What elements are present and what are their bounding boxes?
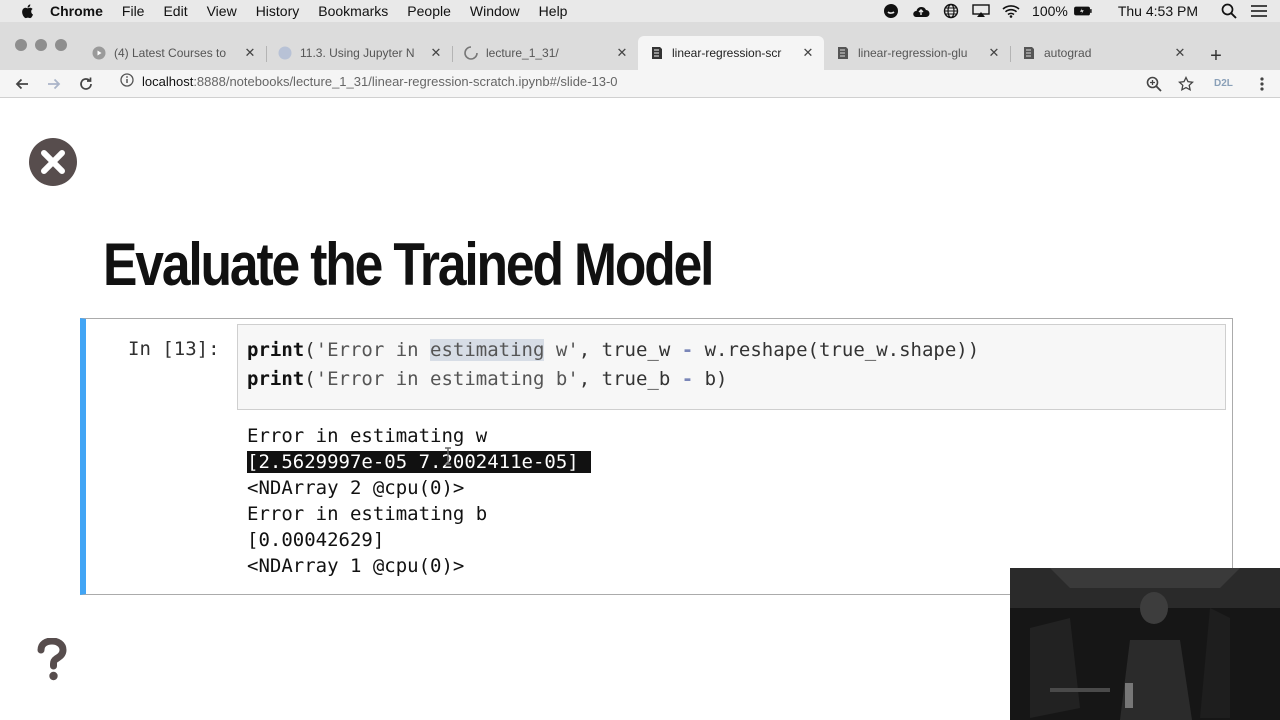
code-text: , true_w xyxy=(578,339,682,361)
tab-title: 11.3. Using Jupyter N xyxy=(300,46,415,60)
close-tab-icon[interactable]: ✕ xyxy=(986,45,1002,61)
globe-icon xyxy=(278,46,292,60)
code-string: 'Error in estimating b' xyxy=(315,368,579,390)
youtube-icon xyxy=(92,46,106,60)
close-tab-icon[interactable]: ✕ xyxy=(800,45,816,61)
notebook-icon xyxy=(650,46,664,60)
address-bar[interactable]: localhost:8888/notebooks/lecture_1_31/li… xyxy=(120,73,618,90)
tab-using-jupyter[interactable]: 11.3. Using Jupyter N ✕ xyxy=(266,36,452,70)
output-line: [0.00042629] xyxy=(247,529,385,551)
notebook-icon xyxy=(836,46,850,60)
cell-output: Error in estimating w [2.5629997e-05 7.2… xyxy=(247,423,591,579)
code-line: print('Error in estimating w', true_w - … xyxy=(247,339,979,361)
reload-icon[interactable] xyxy=(76,74,96,94)
browser-tab-strip: (4) Latest Courses to ✕ 11.3. Using Jupy… xyxy=(0,22,1280,70)
code-editor[interactable]: print('Error in estimating w', true_w - … xyxy=(237,324,1226,410)
menu-view[interactable]: View xyxy=(207,3,237,19)
output-line: Error in estimating b xyxy=(247,503,488,525)
battery-icon[interactable] xyxy=(1073,4,1092,18)
new-tab-button[interactable]: + xyxy=(1207,45,1225,68)
code-text: b) xyxy=(693,368,728,390)
menu-help[interactable]: Help xyxy=(539,3,568,19)
menu-bookmarks[interactable]: Bookmarks xyxy=(318,3,388,19)
zoom-icon[interactable] xyxy=(1144,74,1164,94)
close-tab-icon[interactable]: ✕ xyxy=(242,45,258,61)
tab-title: autograd xyxy=(1044,46,1092,60)
back-arrow-icon[interactable] xyxy=(12,74,32,94)
battery-percentage: 100% xyxy=(1032,3,1068,19)
menu-history[interactable]: History xyxy=(256,3,300,19)
tab-lecture-folder[interactable]: lecture_1_31/ ✕ xyxy=(452,36,638,70)
forward-arrow-icon[interactable] xyxy=(44,74,64,94)
bookmark-star-icon[interactable] xyxy=(1176,74,1196,94)
cloud-upload-icon[interactable] xyxy=(912,4,930,18)
menu-bar-clock[interactable]: Thu 4:53 PM xyxy=(1118,3,1198,19)
wifi-icon[interactable] xyxy=(1002,4,1020,18)
d2l-extension-icon[interactable]: D2L xyxy=(1214,78,1233,89)
menu-file[interactable]: File xyxy=(122,3,145,19)
code-cell[interactable]: In [13]: print('Error in estimating w', … xyxy=(80,318,1233,595)
close-tab-icon[interactable]: ✕ xyxy=(1172,45,1188,61)
globe-icon[interactable] xyxy=(942,3,960,19)
app-status-icon[interactable] xyxy=(882,4,900,18)
code-text: , true_b xyxy=(578,368,682,390)
close-tab-icon[interactable]: ✕ xyxy=(614,45,630,61)
notebook-icon xyxy=(1022,46,1036,60)
site-info-icon[interactable] xyxy=(120,73,134,90)
notification-center-icon[interactable] xyxy=(1250,4,1268,18)
apple-logo-icon[interactable] xyxy=(20,3,36,19)
close-tab-icon[interactable]: ✕ xyxy=(428,45,444,61)
code-punct: ( xyxy=(304,368,316,390)
webcam-overlay xyxy=(1010,568,1280,720)
help-question-icon[interactable] xyxy=(34,638,70,682)
code-line: print('Error in estimating b', true_b - … xyxy=(247,368,728,390)
menu-edit[interactable]: Edit xyxy=(163,3,187,19)
browser-toolbar: localhost:8888/notebooks/lecture_1_31/li… xyxy=(0,70,1280,98)
window-close-button[interactable] xyxy=(15,39,27,51)
code-text: w.reshape(true_w.shape)) xyxy=(693,339,980,361)
tab-latest-courses[interactable]: (4) Latest Courses to ✕ xyxy=(80,36,266,70)
tab-title: linear-regression-glu xyxy=(858,46,968,60)
code-keyword: print xyxy=(247,368,305,390)
code-string-highlight: estimating xyxy=(430,339,545,361)
tab-linear-regression-scratch[interactable]: linear-regression-scr ✕ xyxy=(638,36,824,70)
tab-autograd[interactable]: autograd ✕ xyxy=(1010,36,1196,70)
code-operator: - xyxy=(681,368,694,390)
code-punct: ( xyxy=(304,339,316,361)
airplay-icon[interactable] xyxy=(972,4,990,18)
tab-title: (4) Latest Courses to xyxy=(114,46,227,60)
menu-app-chrome[interactable]: Chrome xyxy=(50,3,103,19)
code-operator: - xyxy=(681,339,694,361)
tab-linear-regression-gluon[interactable]: linear-regression-glu ✕ xyxy=(824,36,1010,70)
tab-title: lecture_1_31/ xyxy=(486,46,559,60)
code-string: w' xyxy=(544,339,579,361)
output-line: Error in estimating w xyxy=(247,425,488,447)
menu-bar-status-area: 100% Thu 4:53 PM xyxy=(882,0,1280,22)
text-cursor-icon xyxy=(445,447,451,465)
window-zoom-button[interactable] xyxy=(55,39,67,51)
close-slideshow-icon[interactable] xyxy=(28,137,78,187)
macos-menu-bar: Chrome File Edit View History Bookmarks … xyxy=(0,0,1280,22)
code-keyword: print xyxy=(247,339,305,361)
slide-title: Evaluate the Trained Model xyxy=(103,231,714,298)
spotlight-search-icon[interactable] xyxy=(1220,3,1238,19)
cell-prompt: In [13]: xyxy=(128,338,220,360)
code-string: 'Error in xyxy=(315,339,431,361)
menu-people[interactable]: People xyxy=(407,3,451,19)
loading-spinner-icon xyxy=(464,46,478,60)
window-minimize-button[interactable] xyxy=(35,39,47,51)
tab-title: linear-regression-scr xyxy=(672,46,782,60)
output-line: <NDArray 1 @cpu(0)> xyxy=(247,555,465,577)
webcam-video-frame xyxy=(1010,568,1280,720)
output-line: <NDArray 2 @cpu(0)> xyxy=(247,477,465,499)
url-host: localhost xyxy=(142,74,194,89)
url-path: :8888/notebooks/lecture_1_31/linear-regr… xyxy=(193,74,618,89)
selected-text[interactable]: [2.5629997e-05 7.2002411e-05] xyxy=(247,451,591,473)
output-line-selected: [2.5629997e-05 7.2002411e-05] xyxy=(247,449,591,475)
menu-window[interactable]: Window xyxy=(470,3,520,19)
chrome-menu-icon[interactable] xyxy=(1252,74,1272,94)
